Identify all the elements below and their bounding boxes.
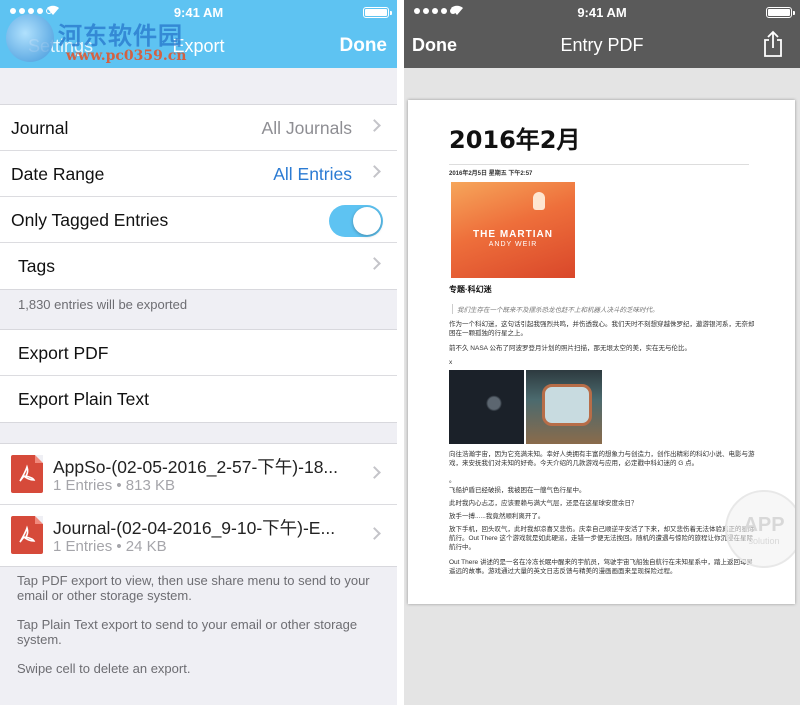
status-bar: 9:41 AM: [0, 4, 397, 20]
chevron-right-icon: [368, 119, 381, 132]
pdf-paragraph: 此时我内心忐忑，应该要赖与满大气层，还是在这星球安度余日？: [449, 500, 638, 507]
chevron-right-icon: [368, 527, 381, 540]
journal-label: Journal: [11, 118, 69, 138]
pdf-paragraph: x: [449, 359, 453, 366]
pdf-paragraph: 放手一搏......我竟然顺利离开了。: [449, 513, 545, 520]
entries-count-note: 1,830 entries will be exported: [18, 297, 188, 312]
export-nav-bar: 9:41 AM Settings Export Done: [0, 0, 397, 68]
export-plain-text-label: Export Plain Text: [18, 389, 149, 409]
help-text-pdf: Tap PDF export to view, then use share m…: [17, 573, 370, 603]
file-name: Journal-(02-04-2016_9-10-下午)-E...: [53, 518, 336, 538]
app-solution-watermark: APP solution: [725, 490, 795, 568]
battery-icon: [363, 7, 392, 18]
chevron-right-icon: [368, 165, 381, 178]
pdf-nav-bar: 9:41 AM Done Entry PDF: [404, 0, 800, 68]
pdf-section-heading: 专题·科幻迷: [449, 285, 492, 294]
pdf-paragraph: 前不久 NASA 公布了阿波罗登月计划的照片扫描，那无垠太空的美，实在无与伦比。: [449, 345, 691, 352]
export-actions-group: Export PDF Export Plain Text: [0, 329, 397, 423]
journal-row[interactable]: Journal All Journals: [0, 105, 397, 151]
spaceship-window-photo: [526, 370, 602, 444]
done-button[interactable]: Done: [340, 35, 388, 57]
date-range-value: All Entries: [273, 164, 352, 184]
pdf-file-icon: [11, 516, 43, 554]
astronaut-figure: [533, 192, 545, 210]
chevron-right-icon: [368, 257, 381, 270]
entry-pdf-screen: 9:41 AM Done Entry PDF 2016年2月 2016年2月5日…: [404, 0, 800, 705]
file-meta: 1 Entries • 813 KB: [53, 477, 175, 494]
pdf-title-rule: [449, 164, 749, 165]
export-pdf-label: Export PDF: [18, 343, 109, 363]
page-title: Entry PDF: [560, 35, 644, 55]
martian-cover-image: THE MARTIAN ANDY WEIR: [451, 182, 575, 278]
export-plain-text-row[interactable]: Export Plain Text: [0, 376, 397, 422]
only-tagged-toggle[interactable]: [329, 205, 383, 237]
cover-author: ANDY WEIR: [488, 241, 538, 248]
help-text-plain: Tap Plain Text export to send to your em…: [17, 617, 358, 647]
pdf-paragraph: 。: [449, 477, 456, 484]
pdf-paragraph: 放下手机，回头叹气，此时我却凉喜又悲伤。庆幸自己顺逆平安活了下来，却又悲伤着无法…: [449, 526, 755, 551]
pdf-date: 2016年2月5日 星期五 下午2:57: [449, 171, 533, 177]
pdf-paragraph: 飞船护盾已经破损，我被困在一艘气色行星中。: [449, 487, 586, 494]
only-tagged-label: Only Tagged Entries: [11, 210, 169, 230]
pdf-paragraph: 向往浩瀚宇宙，因为它充满未知。幸好人类拥有丰富的想象力与创造力，创作出精彩的科幻…: [449, 451, 755, 467]
tags-label: Tags: [18, 256, 55, 276]
page-title: Export: [172, 36, 225, 56]
export-file-row[interactable]: Journal-(02-04-2016_9-10-下午)-E... 1 Entr…: [0, 505, 397, 566]
only-tagged-row: Only Tagged Entries: [0, 197, 397, 243]
export-file-row[interactable]: AppSo-(02-05-2016_2-57-下午)-18... 1 Entri…: [0, 444, 397, 505]
pdf-quote: 我们生存在一个既来不及摆杀恐龙也赶不上和机器人决斗的乏味时代。: [452, 304, 752, 314]
battery-icon: [766, 7, 795, 18]
chevron-right-icon: [368, 466, 381, 479]
file-meta: 1 Entries • 24 KB: [53, 538, 167, 555]
file-name: AppSo-(02-05-2016_2-57-下午)-18...: [53, 457, 339, 477]
date-range-label: Date Range: [11, 164, 105, 184]
pdf-paragraph: 作为一个科幻迷，这句话引起我强烈共鸣，并伤透我心。我们天时不刻想穿越侏罗纪，遨游…: [449, 321, 755, 337]
pdf-title: 2016年2月: [449, 126, 581, 154]
journal-value: All Journals: [261, 118, 352, 138]
pdf-paragraph: Out There 讲述的是一名在冷冻长眠中醒来的宇航员，驾驶宇宙飞船独自航行在…: [449, 559, 753, 575]
export-pdf-row[interactable]: Export PDF: [0, 330, 397, 376]
exported-files-group: AppSo-(02-05-2016_2-57-下午)-18... 1 Entri…: [0, 443, 397, 567]
export-options-group: Journal All Journals Date Range All Entr…: [0, 104, 397, 290]
share-icon[interactable]: [762, 30, 784, 58]
stamp-subtext: solution: [748, 536, 780, 546]
status-time: 9:41 AM: [577, 5, 627, 20]
space-photo: [449, 370, 524, 444]
help-text-swipe: Swipe cell to delete an export.: [17, 661, 191, 676]
date-range-row[interactable]: Date Range All Entries: [0, 151, 397, 197]
pdf-page[interactable]: 2016年2月 2016年2月5日 星期五 下午2:57 THE MARTIAN…: [408, 100, 795, 604]
status-time: 9:41 AM: [173, 5, 224, 20]
cover-title: THE MARTIAN: [473, 229, 553, 240]
stamp-text: APP: [743, 514, 785, 536]
pdf-file-icon: [11, 455, 43, 493]
screen-divider: [397, 0, 404, 705]
export-screen: 9:41 AM Settings Export Done 河东软件园 www.p…: [0, 0, 397, 705]
tags-row[interactable]: Tags: [0, 243, 397, 289]
status-bar: 9:41 AM: [404, 4, 800, 20]
